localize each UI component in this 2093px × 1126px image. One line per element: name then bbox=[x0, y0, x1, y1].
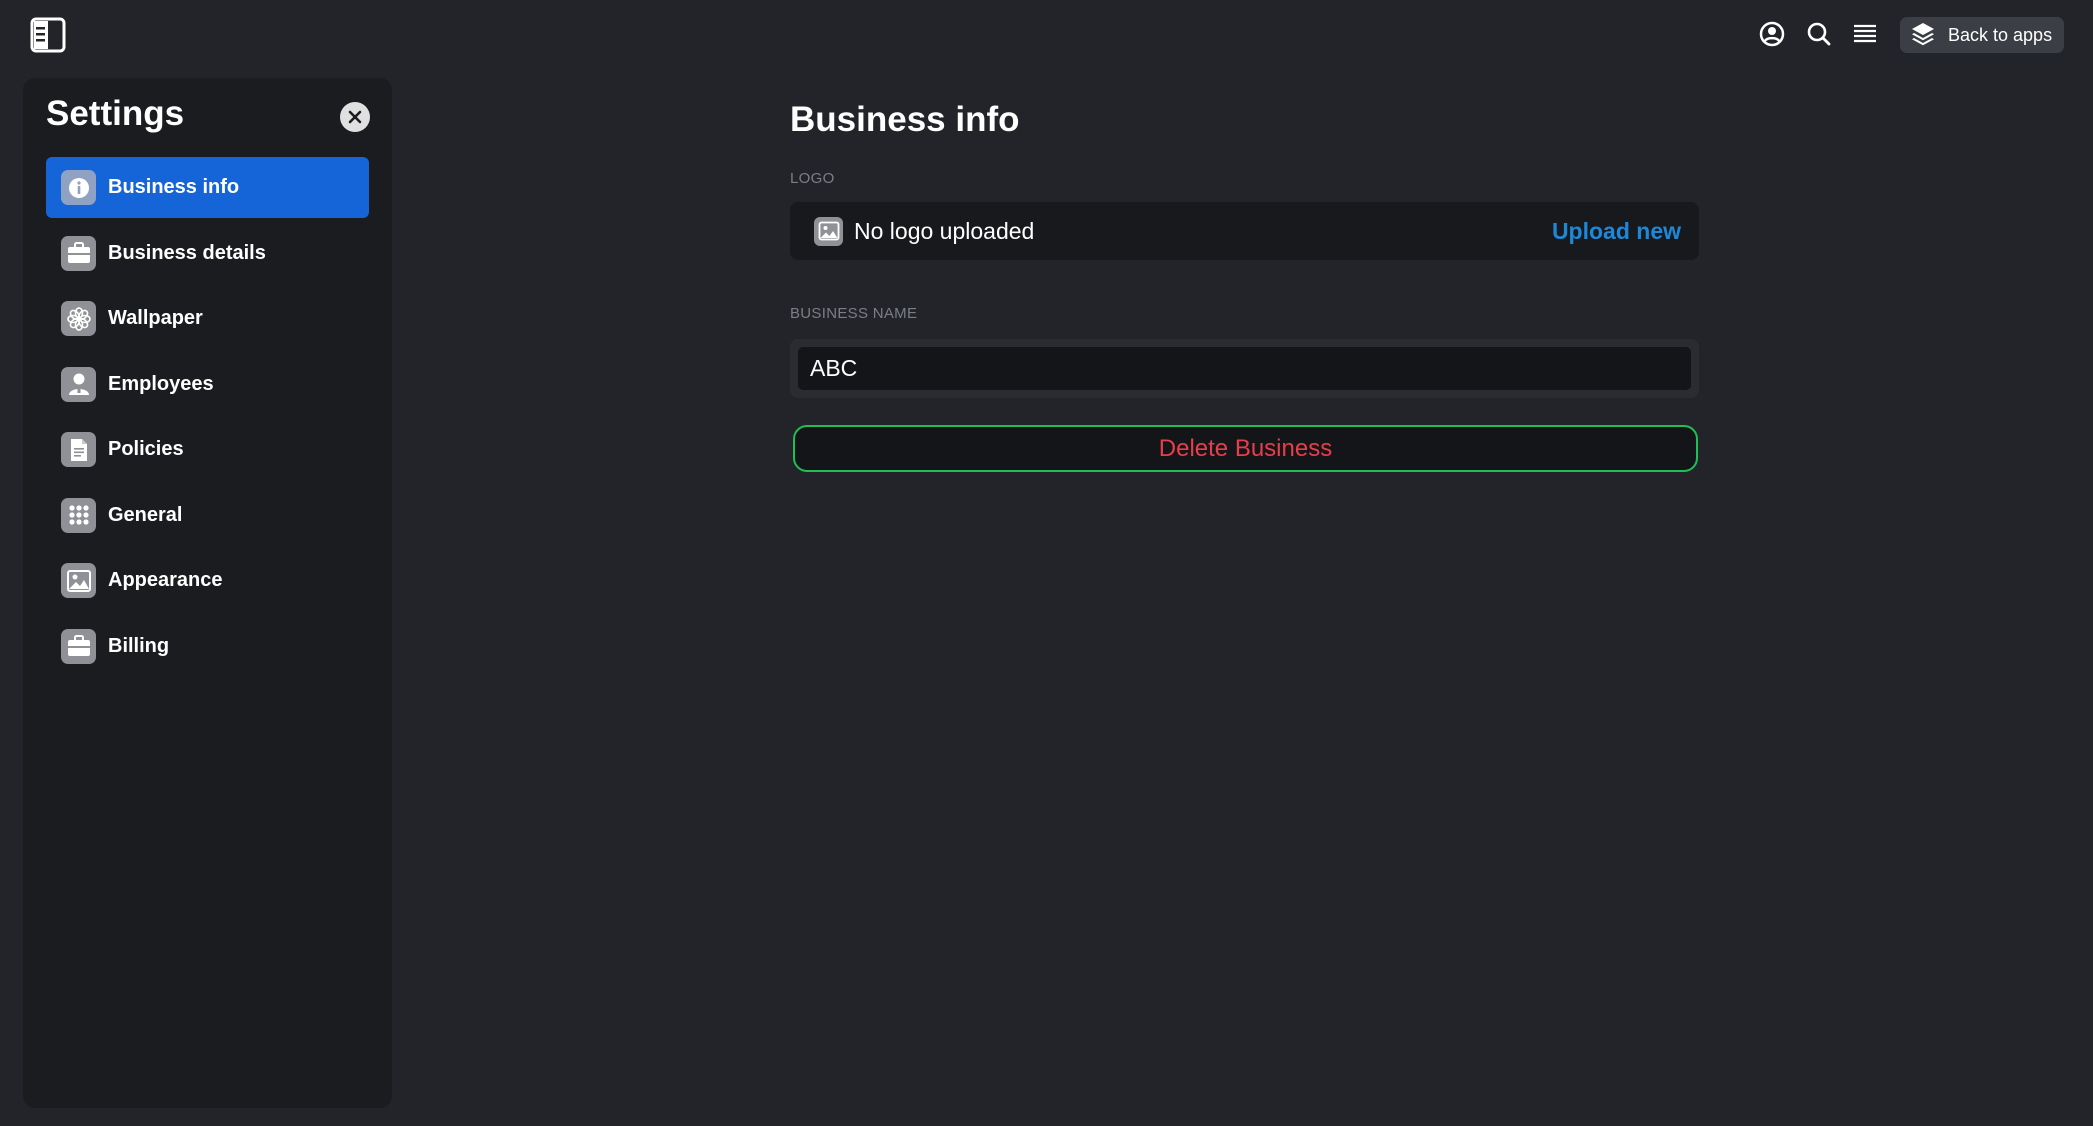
delete-business-label: Delete Business bbox=[1158, 434, 1333, 462]
logo-field: No logo uploaded Upload new bbox=[790, 202, 1699, 260]
sidebar-title: Settings bbox=[46, 94, 185, 133]
sidebar-item-label: General bbox=[108, 503, 183, 526]
sidebar-item-label: Policies bbox=[108, 438, 184, 460]
person-icon bbox=[61, 366, 96, 402]
settings-nav: Business info Business details Wallpaper… bbox=[46, 157, 369, 681]
menu-icon[interactable] bbox=[1849, 18, 1881, 50]
back-to-apps-label: Back to apps bbox=[1948, 24, 2053, 45]
delete-business-button[interactable]: Delete Business bbox=[793, 425, 1698, 472]
layers-icon bbox=[1910, 20, 1936, 51]
flower-icon bbox=[61, 301, 96, 336]
back-to-apps-button[interactable]: Back to apps bbox=[1900, 17, 2064, 53]
sidebar-item-policies[interactable]: Policies bbox=[46, 419, 369, 480]
image-icon bbox=[814, 216, 843, 246]
sidebar-item-business-info[interactable]: Business info bbox=[46, 157, 369, 218]
sidebar-item-business-details[interactable]: Business details bbox=[46, 223, 369, 284]
upload-new-link[interactable]: Upload new bbox=[1552, 218, 1681, 245]
sidebar-item-label: Business info bbox=[108, 176, 240, 198]
account-icon[interactable] bbox=[1756, 18, 1788, 50]
settings-sidebar: Settings Business info Business details … bbox=[23, 78, 392, 1108]
logo-label: LOGO bbox=[790, 170, 835, 187]
search-icon[interactable] bbox=[1803, 18, 1835, 50]
sidebar-item-label: Employees bbox=[108, 372, 214, 395]
briefcase-icon bbox=[61, 628, 96, 664]
sidebar-toggle-icon[interactable] bbox=[30, 17, 66, 53]
business-name-label: BUSINESS NAME bbox=[790, 305, 918, 322]
document-icon bbox=[61, 432, 96, 467]
sidebar-item-label: Wallpaper bbox=[108, 307, 203, 329]
info-icon bbox=[61, 170, 96, 205]
page-title: Business info bbox=[790, 100, 1020, 139]
close-icon[interactable] bbox=[340, 102, 370, 132]
sidebar-item-label: Business details bbox=[108, 241, 266, 264]
business-name-input[interactable] bbox=[798, 347, 1691, 390]
business-name-field bbox=[790, 339, 1699, 398]
briefcase-icon bbox=[61, 235, 96, 271]
sidebar-item-general[interactable]: General bbox=[46, 485, 369, 546]
grid-icon bbox=[61, 497, 96, 533]
image-icon bbox=[61, 563, 96, 598]
sidebar-item-billing[interactable]: Billing bbox=[46, 616, 369, 677]
sidebar-item-appearance[interactable]: Appearance bbox=[46, 550, 369, 611]
sidebar-item-wallpaper[interactable]: Wallpaper bbox=[46, 288, 369, 349]
sidebar-item-label: Appearance bbox=[108, 569, 223, 591]
sidebar-item-employees[interactable]: Employees bbox=[46, 354, 369, 415]
sidebar-item-label: Billing bbox=[108, 634, 170, 657]
logo-status-text: No logo uploaded bbox=[854, 217, 1035, 244]
